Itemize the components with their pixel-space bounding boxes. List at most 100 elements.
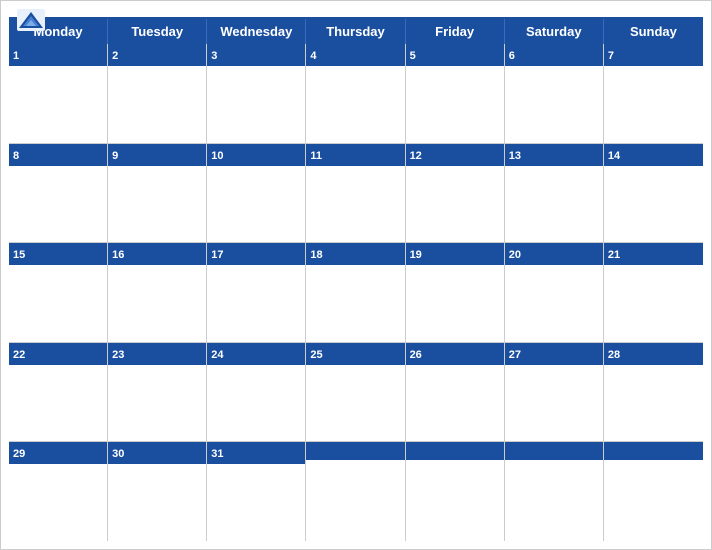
day-number-row: 19	[406, 243, 504, 265]
day-header-saturday: Saturday	[505, 19, 604, 44]
day-number: 31	[211, 448, 223, 460]
day-number-row: 6	[505, 44, 603, 66]
day-cell: 6	[505, 44, 604, 143]
logo-icon	[17, 9, 45, 31]
calendar-container: MondayTuesdayWednesdayThursdayFridaySatu…	[0, 0, 712, 550]
week-row-3: 15 16171819 20 21	[9, 243, 703, 343]
day-number-row: 20	[505, 243, 603, 265]
day-number: 7	[608, 50, 614, 62]
day-number: 2	[112, 50, 118, 62]
week-row-1: 1 2 34 5 6 7	[9, 44, 703, 144]
day-number: 28	[608, 349, 620, 361]
day-cell: 1	[9, 44, 108, 143]
day-cell	[306, 442, 405, 541]
calendar-header	[1, 1, 711, 17]
day-header-sunday: Sunday	[604, 19, 703, 44]
day-number-row: 14	[604, 144, 703, 166]
day-number-row: 30	[108, 442, 206, 464]
day-number: 22	[13, 349, 25, 361]
day-cell: 29	[9, 442, 108, 541]
week-row-2: 8 9 10 11 12 13 14	[9, 144, 703, 244]
day-cell	[406, 442, 505, 541]
day-number: 9	[112, 150, 118, 162]
day-number: 15	[13, 249, 25, 261]
day-number-row: 9	[108, 144, 206, 166]
day-cell: 12	[406, 144, 505, 243]
day-cell	[604, 442, 703, 541]
day-number: 8	[13, 150, 19, 162]
day-number: 4	[310, 50, 316, 62]
week-row-4: 22 23 24 25 26 27 28	[9, 343, 703, 443]
day-number-row: 26	[406, 343, 504, 365]
day-cell: 23	[108, 343, 207, 442]
day-number-row: 27	[505, 343, 603, 365]
day-cell: 11	[306, 144, 405, 243]
day-number-row: 11	[306, 144, 404, 166]
day-cell: 2	[108, 44, 207, 143]
day-cell: 18	[306, 243, 405, 342]
day-number-row: 31	[207, 442, 305, 464]
day-number: 12	[410, 150, 422, 162]
day-number-row: 2	[108, 44, 206, 66]
day-number: 21	[608, 249, 620, 261]
week-row-5: 29 30 31	[9, 442, 703, 541]
day-number: 6	[509, 50, 515, 62]
day-cell: 27	[505, 343, 604, 442]
day-number: 24	[211, 349, 223, 361]
day-number-row: 23	[108, 343, 206, 365]
day-number-row: 16	[108, 243, 206, 265]
day-number: 23	[112, 349, 124, 361]
day-number: 30	[112, 448, 124, 460]
day-number-row: 13	[505, 144, 603, 166]
day-cell: 3	[207, 44, 306, 143]
day-cell: 21	[604, 243, 703, 342]
day-number-row: 4	[306, 44, 404, 66]
day-number-row: 5	[406, 44, 504, 66]
weeks-container: 1234567891011121314151617181920212223242…	[9, 44, 703, 541]
day-cell: 15	[9, 243, 108, 342]
day-number: 10	[211, 150, 223, 162]
day-cell: 25	[306, 343, 405, 442]
day-number-row: 17	[207, 243, 305, 265]
day-header-tuesday: Tuesday	[108, 19, 207, 44]
day-number-row: 21	[604, 243, 703, 265]
day-cell: 4	[306, 44, 405, 143]
day-cell: 7	[604, 44, 703, 143]
day-number: 25	[310, 349, 322, 361]
day-cell: 14	[604, 144, 703, 243]
day-number-row: 8	[9, 144, 107, 166]
day-number: 13	[509, 150, 521, 162]
day-header-thursday: Thursday	[306, 19, 405, 44]
day-number-row	[406, 442, 504, 460]
day-number-row: 12	[406, 144, 504, 166]
day-number-row: 3	[207, 44, 305, 66]
day-number-row: 15	[9, 243, 107, 265]
day-number: 29	[13, 448, 25, 460]
day-cell: 17	[207, 243, 306, 342]
day-number-row: 18	[306, 243, 404, 265]
day-number: 5	[410, 50, 416, 62]
day-header-friday: Friday	[406, 19, 505, 44]
day-number: 1	[13, 50, 19, 62]
day-cell: 30	[108, 442, 207, 541]
day-number-row: 7	[604, 44, 703, 66]
day-number-row: 24	[207, 343, 305, 365]
day-cell: 24	[207, 343, 306, 442]
day-number: 20	[509, 249, 521, 261]
day-number: 11	[310, 150, 322, 162]
day-number: 14	[608, 150, 620, 162]
day-number: 27	[509, 349, 521, 361]
day-cell: 8	[9, 144, 108, 243]
day-number-row: 10	[207, 144, 305, 166]
day-cell: 16	[108, 243, 207, 342]
day-cell: 20	[505, 243, 604, 342]
day-number-row: 29	[9, 442, 107, 464]
day-headers-row: MondayTuesdayWednesdayThursdayFridaySatu…	[9, 19, 703, 44]
logo	[17, 9, 49, 31]
day-number-row: 22	[9, 343, 107, 365]
day-number-row: 28	[604, 343, 703, 365]
day-cell	[505, 442, 604, 541]
day-cell: 10	[207, 144, 306, 243]
day-cell: 28	[604, 343, 703, 442]
day-header-wednesday: Wednesday	[207, 19, 306, 44]
